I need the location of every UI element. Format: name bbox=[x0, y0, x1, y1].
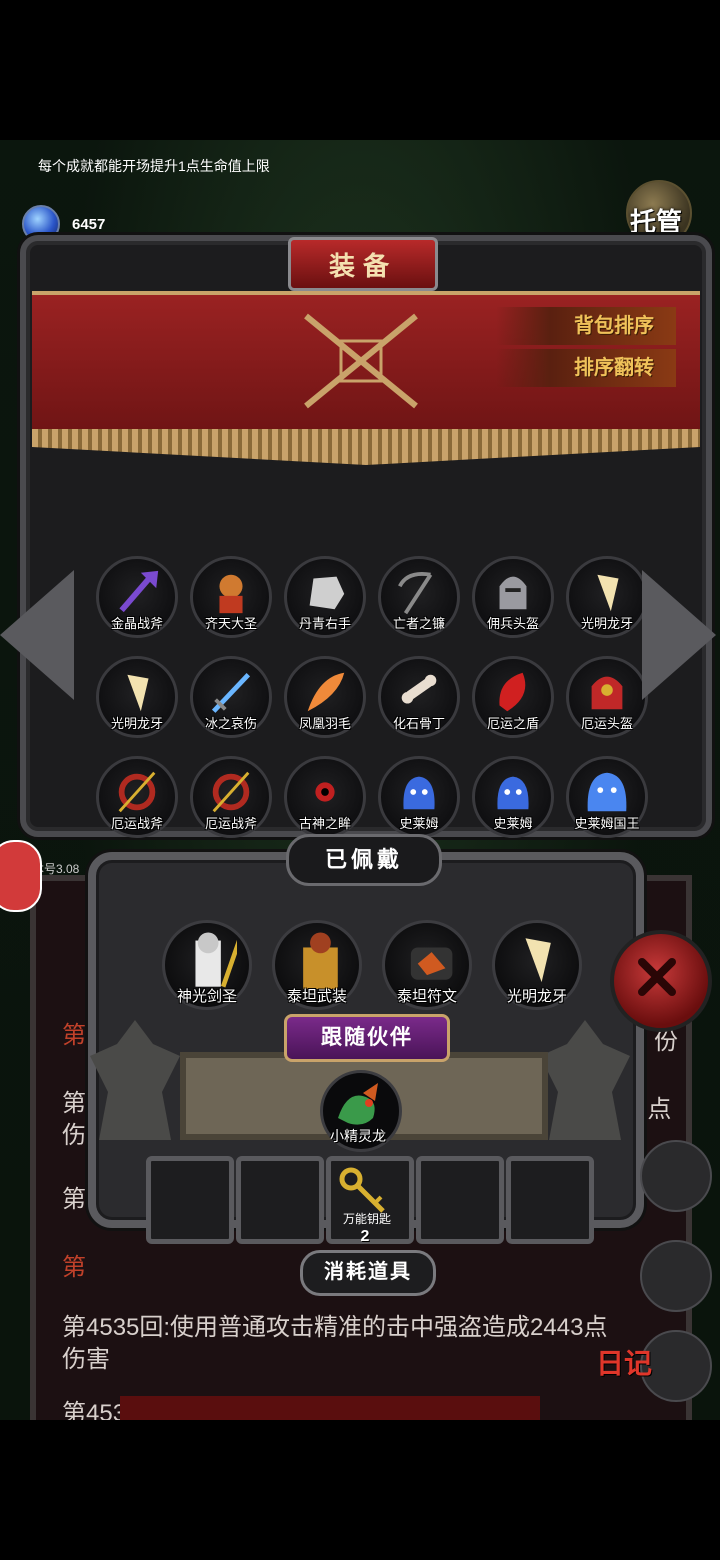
scythe-icon bbox=[398, 572, 433, 615]
worn-name: 光明龙牙 bbox=[506, 988, 567, 1005]
equipment-slot[interactable]: 厄运战斧 bbox=[96, 756, 178, 838]
armor-icon bbox=[303, 932, 338, 994]
equipment-slot[interactable]: 光明龙牙 bbox=[566, 556, 648, 638]
slime-icon bbox=[403, 776, 435, 810]
equipment-slot[interactable]: 化石骨丁 bbox=[378, 656, 460, 738]
consumable-name: 万能钥匙 bbox=[342, 1212, 391, 1226]
close-icon bbox=[638, 958, 676, 996]
game-screen: 每个成就都能开场提升1点生命值上限 6457 宝石 托管 第 第4 伤害 第 第… bbox=[0, 140, 720, 1420]
fang-icon bbox=[127, 674, 149, 712]
monkey-king-icon bbox=[219, 574, 243, 614]
fang-icon bbox=[525, 938, 551, 983]
log-line: 第 bbox=[62, 1254, 86, 1281]
helmet-icon bbox=[499, 576, 527, 610]
companion-title: 跟随伙伴 bbox=[284, 1014, 450, 1062]
equipment-slot[interactable]: 佣兵头盔 bbox=[472, 556, 554, 638]
equipment-slot[interactable]: 古神之眸 bbox=[284, 756, 366, 838]
achievement-tip: 每个成就都能开场提升1点生命值上限 bbox=[38, 158, 270, 174]
equipment-slot[interactable]: 厄运战斧 bbox=[190, 756, 272, 838]
diary-label[interactable]: 日记 bbox=[596, 1342, 652, 1382]
equipment-name: 史莱姆国王 bbox=[574, 816, 640, 831]
log-line: 伤害 bbox=[62, 1346, 110, 1373]
ice-sword-icon bbox=[211, 673, 251, 713]
consumable-slot[interactable] bbox=[236, 1156, 324, 1244]
shield-icon bbox=[499, 672, 526, 712]
companion-name: 小精灵龙 bbox=[330, 1128, 386, 1144]
equipment-slot[interactable]: 亡者之镰 bbox=[378, 556, 460, 638]
sort-flip-button[interactable]: 排序翻转 bbox=[496, 349, 676, 387]
auto-label[interactable]: 托管 bbox=[630, 202, 682, 239]
equipment-slot[interactable]: 凤凰羽毛 bbox=[284, 656, 366, 738]
feather-icon bbox=[307, 672, 345, 712]
log-line: 第 bbox=[62, 1186, 86, 1213]
glove-icon bbox=[309, 576, 345, 610]
worn-slot[interactable]: 光明龙牙 bbox=[492, 920, 582, 1010]
fang-icon bbox=[597, 574, 619, 612]
banner-fringe bbox=[32, 429, 700, 465]
worn-slot[interactable]: 神光剑圣 bbox=[162, 920, 252, 1010]
equipment-slot[interactable]: 厄运头盔 bbox=[566, 656, 648, 738]
equipment-slot[interactable]: 史莱姆国王 bbox=[566, 756, 648, 838]
equipment-slot[interactable]: 齐天大圣 bbox=[190, 556, 272, 638]
slime-king-icon bbox=[587, 772, 627, 812]
red-helmet-icon bbox=[591, 676, 623, 710]
rune-icon bbox=[410, 947, 453, 980]
equipment-slot[interactable]: 光明龙牙 bbox=[96, 656, 178, 738]
worn-slot[interactable]: 泰坦符文 bbox=[382, 920, 472, 1010]
slime-icon bbox=[497, 776, 529, 810]
equipment-slot[interactable]: 史莱姆 bbox=[472, 756, 554, 838]
equipment-slot[interactable]: 史莱姆 bbox=[378, 756, 460, 838]
close-button[interactable] bbox=[610, 930, 712, 1032]
equipment-slot[interactable]: 厄运之盾 bbox=[472, 656, 554, 738]
log-line: 第4535回:使用普通攻击精准的击中强盗造成2443点 bbox=[62, 1314, 608, 1341]
knight-icon bbox=[195, 932, 244, 988]
equipment-title: 装备 bbox=[288, 237, 438, 291]
crossed-swords-emblem-icon bbox=[304, 313, 418, 409]
knight-helmet-icon[interactable] bbox=[640, 1140, 712, 1212]
sort-bag-button[interactable]: 背包排序 bbox=[496, 307, 676, 345]
log-line: 第 bbox=[62, 1022, 86, 1049]
consumables-title: 消耗道具 bbox=[300, 1250, 436, 1296]
consumable-slot[interactable] bbox=[146, 1156, 234, 1244]
worn-name: 神光剑圣 bbox=[176, 988, 237, 1005]
equipment-name: 厄运头盔 bbox=[580, 716, 633, 731]
profile-icon[interactable] bbox=[0, 840, 42, 912]
eye-icon bbox=[315, 782, 335, 802]
red-axe-icon bbox=[118, 771, 156, 813]
red-axe-icon bbox=[212, 771, 250, 813]
axe-icon bbox=[119, 570, 159, 613]
worn-title: 已佩戴 bbox=[286, 834, 442, 886]
worn-name: 泰坦符文 bbox=[396, 988, 457, 1005]
consumable-slot[interactable] bbox=[506, 1156, 594, 1244]
bone-icon bbox=[401, 674, 437, 704]
gem-value: 6457 bbox=[72, 215, 106, 233]
consumable-slot[interactable] bbox=[416, 1156, 504, 1244]
tavern-mug-icon[interactable] bbox=[640, 1240, 712, 1312]
worn-name: 泰坦武装 bbox=[286, 988, 347, 1005]
equipment-slot[interactable]: 冰之哀伤 bbox=[190, 656, 272, 738]
equipment-slot[interactable]: 金晶战斧 bbox=[96, 556, 178, 638]
equipment-slot[interactable]: 丹青右手 bbox=[284, 556, 366, 638]
consumable-count: 2 bbox=[360, 1228, 370, 1245]
worn-slot[interactable]: 泰坦武装 bbox=[272, 920, 362, 1010]
equipment-panel: 装备 背包排序 排序翻转 金晶战斧 齐天大圣 丹青右手 亡者之镰 佣兵头盔 光明… bbox=[20, 235, 712, 838]
bottom-strip bbox=[120, 1396, 540, 1420]
